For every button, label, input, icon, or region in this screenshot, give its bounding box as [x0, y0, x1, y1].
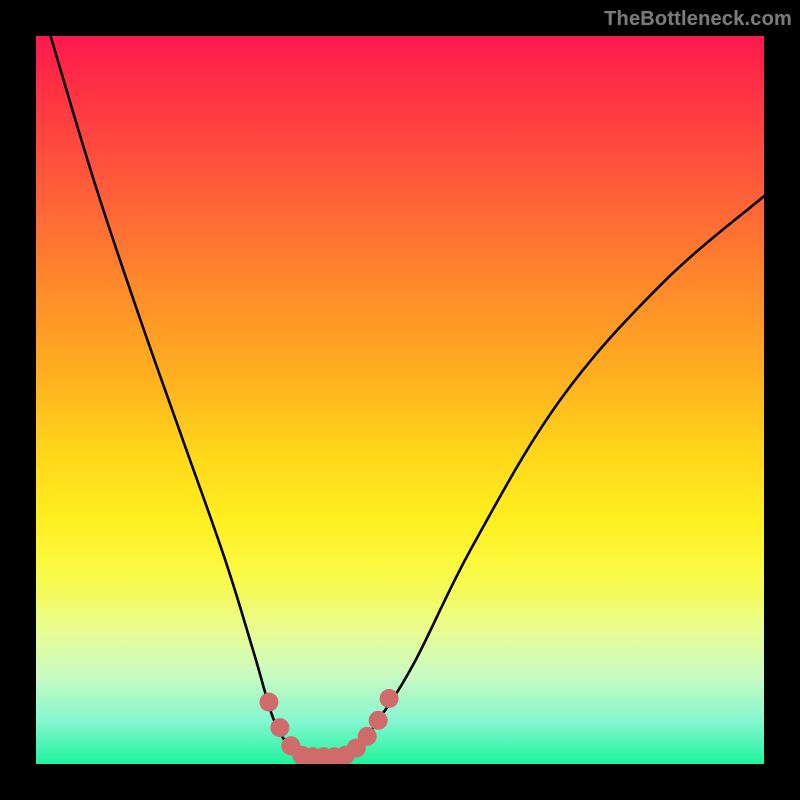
chart-frame: TheBottleneck.com: [0, 0, 800, 800]
bottleneck-curve: [51, 36, 764, 758]
curve-highlight: [259, 689, 398, 764]
highlight-dot: [358, 727, 377, 746]
highlight-dot: [369, 711, 388, 730]
curve-layer: [36, 36, 764, 764]
highlight-dot: [270, 718, 289, 737]
highlight-dot: [259, 693, 278, 712]
attribution-label: TheBottleneck.com: [604, 8, 792, 31]
highlight-dot: [380, 689, 399, 708]
plot-area: [36, 36, 764, 764]
